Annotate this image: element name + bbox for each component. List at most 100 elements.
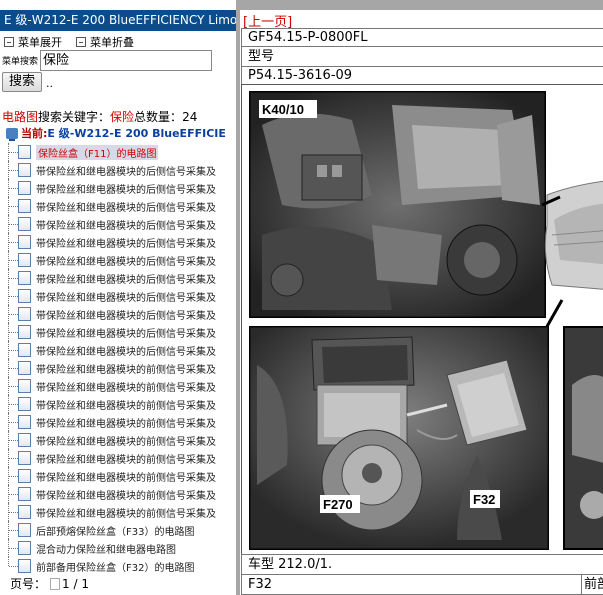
callout-f270: F270	[323, 497, 353, 512]
document-icon	[18, 145, 31, 159]
tree-item-label[interactable]: 带保险丝和继电器模块的后侧信号采集及	[36, 271, 216, 286]
search-button[interactable]: 搜索	[2, 72, 42, 92]
document-toolbar-strip	[240, 0, 603, 10]
tree-item[interactable]: 带保险丝和继电器模块的前侧信号采集及	[8, 485, 236, 503]
location-photo: K40/10 F270 F32	[241, 84, 603, 555]
side-photo	[563, 326, 603, 550]
tree-item[interactable]: 带保险丝和继电器模块的后侧信号采集及	[8, 197, 236, 215]
tree-item-label[interactable]: 带保险丝和继电器模块的后侧信号采集及	[36, 199, 216, 214]
top-photo: K40/10	[249, 91, 546, 318]
tree-item[interactable]: 前部备用保险丝盒（F32）的电路图	[8, 557, 236, 575]
tree-item[interactable]: 带保险丝和继电器模块的前侧信号采集及	[8, 467, 236, 485]
tree-item[interactable]: 混合动力保险丝和继电器电路图	[8, 539, 236, 557]
result-keyword: 保险	[110, 110, 135, 124]
collapse-icon[interactable]	[76, 37, 86, 47]
document-icon	[18, 379, 31, 393]
tree-item-label[interactable]: 保险丝盒（F11）的电路图	[36, 144, 159, 160]
tree-item-label[interactable]: 带保险丝和继电器模块的后侧信号采集及	[36, 307, 216, 322]
tree-item[interactable]: 带保险丝和继电器模块的后侧信号采集及	[8, 287, 236, 305]
document-icon	[18, 271, 31, 285]
tree-branch-line	[8, 161, 18, 179]
tree-branch-line	[8, 485, 18, 503]
tree-item[interactable]: 带保险丝和继电器模块的后侧信号采集及	[8, 251, 236, 269]
tree-item[interactable]: 带保险丝和继电器模块的前侧信号采集及	[8, 449, 236, 467]
search-result-summary: 电路图搜索关键字：保险总数量：24	[2, 108, 197, 125]
tree-item[interactable]: 带保险丝和继电器模块的前侧信号采集及	[8, 503, 236, 521]
document-icon	[18, 289, 31, 303]
tree-item-label[interactable]: 带保险丝和继电器模块的前侧信号采集及	[36, 451, 216, 466]
callout-f32: F32	[473, 492, 495, 507]
result-count: 24	[182, 110, 198, 124]
tree-branch-line	[8, 431, 18, 449]
tree-branch-line	[8, 413, 18, 431]
tree-item[interactable]: 带保险丝和继电器模块的后侧信号采集及	[8, 179, 236, 197]
tree-item-label[interactable]: 带保险丝和继电器模块的后侧信号采集及	[36, 253, 216, 268]
document-icon	[18, 541, 31, 555]
tree-item-label[interactable]: 带保险丝和继电器模块的后侧信号采集及	[36, 181, 216, 196]
tree-item[interactable]: 带保险丝和继电器模块的前侧信号采集及	[8, 359, 236, 377]
tree-item[interactable]: 带保险丝和继电器模块的后侧信号采集及	[8, 305, 236, 323]
component-location: 前部	[581, 575, 603, 594]
tree-item[interactable]: 带保险丝和继电器模块的后侧信号采集及	[8, 323, 236, 341]
tree-item-label[interactable]: 后部预熔保险丝盒（F33）的电路图	[36, 523, 194, 538]
computer-icon	[6, 127, 18, 141]
tree-item[interactable]: 带保险丝和继电器模块的前侧信号采集及	[8, 395, 236, 413]
tree-branch-line	[8, 269, 18, 287]
pager-label: 页号：	[10, 577, 47, 591]
tree-item-label[interactable]: 带保险丝和继电器模块的前侧信号采集及	[36, 415, 216, 430]
document-icon	[18, 181, 31, 195]
document-icon	[18, 343, 31, 357]
tree-branch-line	[8, 377, 18, 395]
document-icon	[18, 235, 31, 249]
tree-item-label[interactable]: 带保险丝和继电器模块的前侧信号采集及	[36, 379, 216, 394]
tree-item[interactable]: 带保险丝和继电器模块的后侧信号采集及	[8, 161, 236, 179]
tree-item[interactable]: 带保险丝和继电器模块的后侧信号采集及	[8, 233, 236, 251]
model-label: 型号	[241, 46, 603, 67]
pager-value: 1 / 1	[62, 576, 89, 591]
document-icon	[18, 487, 31, 501]
tree-item-label[interactable]: 带保险丝和继电器模块的后侧信号采集及	[36, 217, 216, 232]
tree-item-label[interactable]: 带保险丝和继电器模块的后侧信号采集及	[36, 235, 216, 250]
tree-item-label[interactable]: 带保险丝和继电器模块的后侧信号采集及	[36, 343, 216, 358]
current-vehicle[interactable]: 当前: E 级-W212-E 200 BlueEFFICIE	[6, 125, 226, 141]
document-icon	[18, 253, 31, 267]
tree-item-label[interactable]: 前部备用保险丝盒（F32）的电路图	[36, 559, 194, 574]
tree-item[interactable]: 带保险丝和继电器模块的前侧信号采集及	[8, 431, 236, 449]
expand-icon[interactable]	[4, 37, 14, 47]
page-checkbox[interactable]	[50, 577, 61, 590]
tree-item-label[interactable]: 带保险丝和继电器模块的前侧信号采集及	[36, 397, 216, 412]
component-code: F32	[248, 577, 273, 592]
document-icon	[18, 397, 31, 411]
tree-item-label[interactable]: 带保险丝和继电器模块的前侧信号采集及	[36, 433, 216, 448]
tree-item[interactable]: 带保险丝和继电器模块的前侧信号采集及	[8, 377, 236, 395]
vehicle-title-bar: E 级-W212-E 200 BlueEFFICIENCY Limou	[0, 10, 236, 31]
navigation-pane: E 级-W212-E 200 BlueEFFICIENCY Limou 菜单展开…	[0, 0, 236, 595]
menu-expand-link[interactable]: 菜单展开	[18, 34, 62, 50]
tree-branch-line	[8, 287, 18, 305]
tree-item-label[interactable]: 带保险丝和继电器模块的前侧信号采集及	[36, 487, 216, 502]
tree-branch-line	[8, 251, 18, 269]
tree-item[interactable]: 带保险丝和继电器模块的后侧信号采集及	[8, 341, 236, 359]
tree-item-label[interactable]: 带保险丝和继电器模块的前侧信号采集及	[36, 469, 216, 484]
tree-item-label[interactable]: 带保险丝和继电器模块的后侧信号采集及	[36, 289, 216, 304]
menu-collapse-link[interactable]: 菜单折叠	[90, 34, 134, 50]
tree-item-label[interactable]: 带保险丝和继电器模块的后侧信号采集及	[36, 163, 216, 178]
tree-branch-line	[8, 395, 18, 413]
document-number: GF54.15-P-0800FL	[241, 28, 603, 47]
search-input[interactable]: 保险	[40, 50, 213, 71]
tree-item-label[interactable]: 带保险丝和继电器模块的前侧信号采集及	[36, 361, 216, 376]
tree-item-label[interactable]: 带保险丝和继电器模块的前侧信号采集及	[36, 505, 216, 520]
tree-item[interactable]: 后部预熔保险丝盒（F33）的电路图	[8, 521, 236, 539]
tree-item[interactable]: 带保险丝和继电器模块的后侧信号采集及	[8, 269, 236, 287]
tree-item-label[interactable]: 混合动力保险丝和继电器电路图	[36, 541, 176, 556]
search-dots: ..	[46, 77, 53, 90]
tree-item[interactable]: 带保险丝和继电器模块的后侧信号采集及	[8, 215, 236, 233]
document-icon	[18, 217, 31, 231]
document-icon	[18, 415, 31, 429]
tree-item[interactable]: 保险丝盒（F11）的电路图	[8, 143, 236, 161]
tree-branch-line	[8, 521, 18, 539]
tree-branch-line	[8, 305, 18, 323]
menu-controls: 菜单展开 菜单折叠	[4, 34, 144, 50]
tree-item-label[interactable]: 带保险丝和继电器模块的后侧信号采集及	[36, 325, 216, 340]
tree-item[interactable]: 带保险丝和继电器模块的前侧信号采集及	[8, 413, 236, 431]
